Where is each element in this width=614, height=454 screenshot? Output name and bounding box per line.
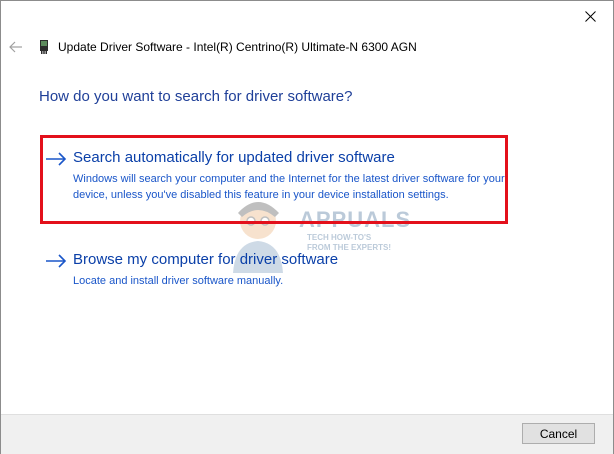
network-adapter-icon — [40, 40, 48, 54]
cancel-button[interactable]: Cancel — [522, 423, 595, 444]
back-arrow-icon — [9, 41, 22, 53]
option-title: Search automatically for updated driver … — [73, 149, 395, 166]
close-icon — [584, 10, 596, 22]
option-title: Browse my computer for driver software — [73, 251, 339, 268]
dialog-header: Update Driver Software - Intel(R) Centri… — [1, 31, 613, 63]
close-button[interactable] — [567, 1, 613, 31]
search-automatically-option[interactable]: Search automatically for updated driver … — [45, 149, 507, 215]
dialog-footer: Cancel — [1, 414, 613, 454]
back-button[interactable] — [7, 39, 25, 55]
browse-computer-option[interactable]: Browse my computer for driver software L… — [45, 251, 507, 287]
dialog-title: Update Driver Software - Intel(R) Centri… — [58, 40, 417, 54]
arrow-right-icon — [46, 152, 67, 166]
title-bar — [1, 1, 613, 31]
page-heading: How do you want to search for driver sof… — [39, 88, 353, 105]
arrow-right-icon — [46, 254, 67, 268]
watermark-subtitle: TECH HOW-TO'S FROM THE EXPERTS! — [307, 233, 392, 252]
update-driver-dialog: Update Driver Software - Intel(R) Centri… — [0, 0, 614, 454]
option-description: Windows will search your computer and th… — [73, 173, 505, 201]
option-description: Locate and install driver software manua… — [73, 275, 284, 287]
